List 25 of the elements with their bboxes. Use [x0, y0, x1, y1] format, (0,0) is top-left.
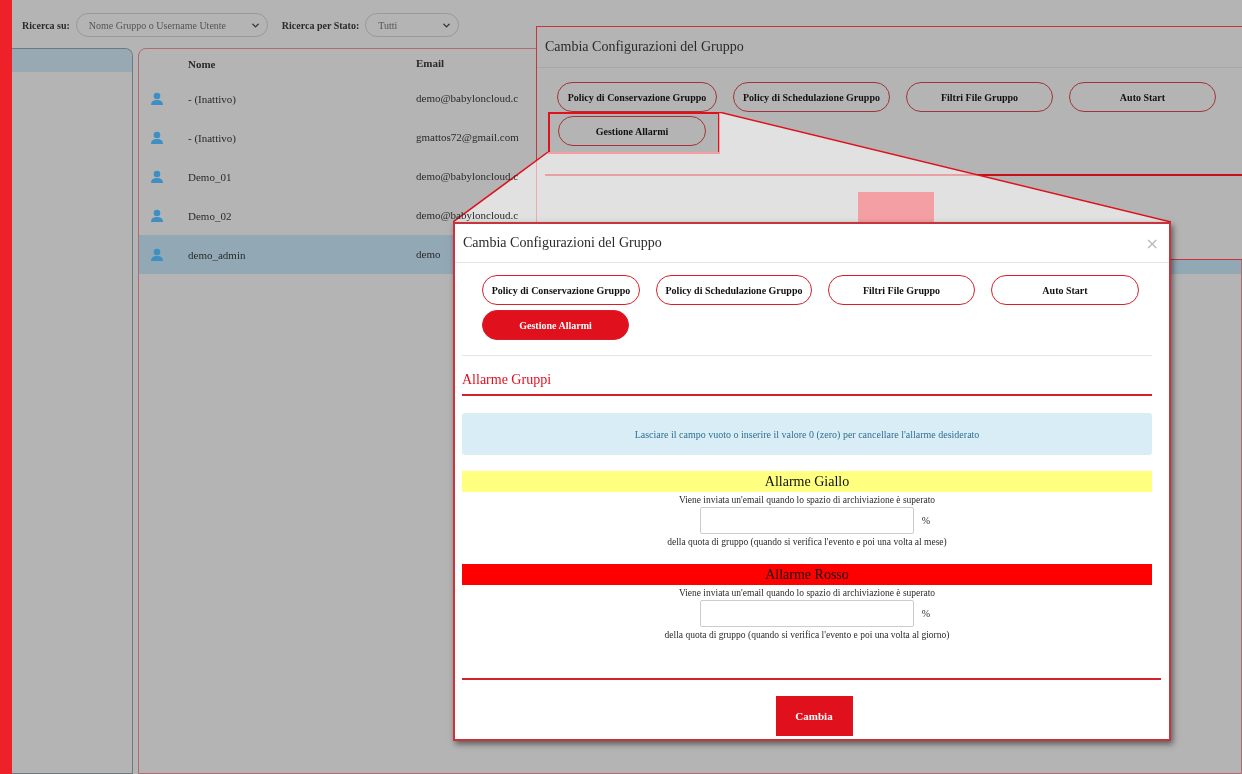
unit-label: % [921, 515, 931, 526]
alarm-header: Allarme Rosso [462, 564, 1152, 585]
filter-label: Ricerca su: [22, 19, 70, 31]
section-title: Allarme Gruppi [462, 372, 1152, 396]
table-cell: demo@babyloncloud.c [416, 169, 519, 182]
info-alert: Lasciare il campo vuoto o inserire il valore 0 (zero) per cancellare l'allarme desiderato [462, 413, 1152, 455]
dialog-title: Cambia Configurazioni del Gruppo [463, 235, 662, 251]
alarm-header: Allarme Giallo [462, 471, 1152, 492]
column-header: Nome [188, 58, 216, 70]
alarm-description: Viene inviata un'email quando lo spazio di archiviazione è superato [677, 588, 937, 598]
table-cell: demo@babyloncloud.c [416, 91, 519, 104]
table-cell: demo [416, 247, 441, 260]
dialog-title: Cambia Configurazioni del Gruppo [545, 39, 744, 55]
table-cell: Demo_01 [188, 170, 232, 183]
table-cell: gmattos72@gmail.com [416, 130, 519, 143]
alarm-note: della quota di gruppo (quando si verifica l'evento e poi una volta al mese) [666, 537, 948, 547]
table-cell: - (Inattivo) [188, 131, 236, 144]
table-cell: - (Inattivo) [188, 92, 236, 105]
filter-label: Ricerca per Stato: [281, 19, 360, 31]
alarm-description: Viene inviata un'email quando lo spazio di archiviazione è superato [677, 495, 937, 505]
unit-label: % [921, 608, 931, 619]
alarm-note: della quota di gruppo (quando si verifica l'evento e poi una volta al giorno) [663, 630, 951, 640]
table-cell: demo_admin [188, 248, 246, 261]
column-header: Email [416, 57, 445, 70]
table-cell: Demo_02 [188, 209, 232, 222]
